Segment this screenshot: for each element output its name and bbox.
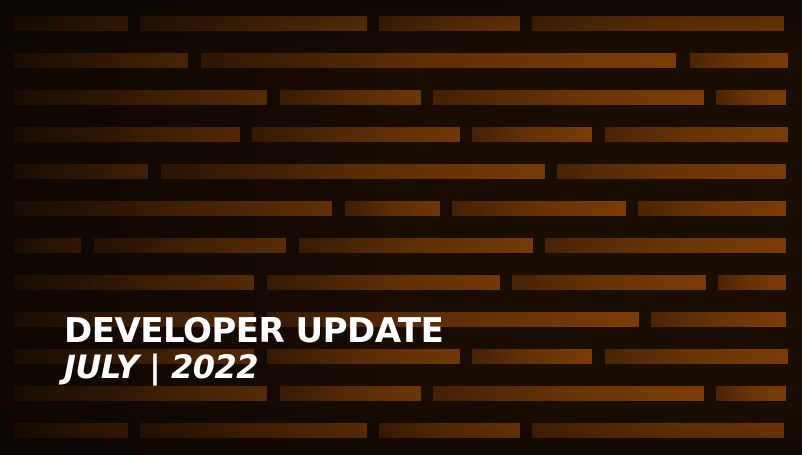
- decorative-bar: [532, 423, 784, 438]
- decorative-bar: [161, 164, 545, 179]
- decorative-bar: [472, 349, 592, 364]
- decorative-bar: [14, 275, 254, 290]
- decorative-bar: [605, 349, 788, 364]
- decorative-bar: [472, 127, 592, 142]
- decorative-bar: [14, 238, 81, 253]
- decorative-bar: [433, 90, 704, 105]
- decorative-bar: [267, 275, 500, 290]
- decorative-bar: [140, 16, 367, 31]
- decorative-bar: [532, 16, 784, 31]
- decorative-bar: [557, 164, 786, 179]
- decorative-bar: [716, 90, 786, 105]
- developer-update-banner: DEVELOPER UPDATE JULY | 2022: [0, 0, 802, 455]
- decorative-bar: [14, 90, 267, 105]
- decorative-bar: [452, 201, 626, 216]
- decorative-bar: [280, 90, 421, 105]
- decorative-bar: [299, 238, 533, 253]
- decorative-bar: [14, 164, 148, 179]
- date-subline-text: JULY | 2022: [64, 348, 259, 386]
- decorative-bar: [651, 312, 786, 327]
- decorative-bar: [14, 53, 188, 68]
- decorative-bar: [280, 386, 421, 401]
- decorative-bar: [94, 238, 286, 253]
- decorative-bar: [716, 386, 786, 401]
- headline-text: DEVELOPER UPDATE: [64, 311, 444, 351]
- decorative-bar: [252, 127, 460, 142]
- decorative-bar: [345, 201, 440, 216]
- decorative-bar: [433, 386, 704, 401]
- decorative-bar: [140, 423, 367, 438]
- decorative-bar: [638, 201, 786, 216]
- decorative-bar: [605, 127, 788, 142]
- title-block: DEVELOPER UPDATE JULY | 2022: [64, 311, 444, 386]
- decorative-bar: [718, 275, 786, 290]
- decorative-bar: [379, 423, 520, 438]
- decorative-bar: [14, 127, 240, 142]
- decorative-bar: [14, 423, 128, 438]
- decorative-bar: [201, 53, 676, 68]
- striped-bar-pattern: [14, 16, 788, 438]
- decorative-bar: [14, 16, 128, 31]
- decorative-bar: [512, 275, 706, 290]
- decorative-bar: [14, 201, 332, 216]
- decorative-bar: [690, 53, 788, 68]
- decorative-bar: [14, 386, 267, 401]
- decorative-bar: [379, 16, 520, 31]
- decorative-bar: [545, 238, 786, 253]
